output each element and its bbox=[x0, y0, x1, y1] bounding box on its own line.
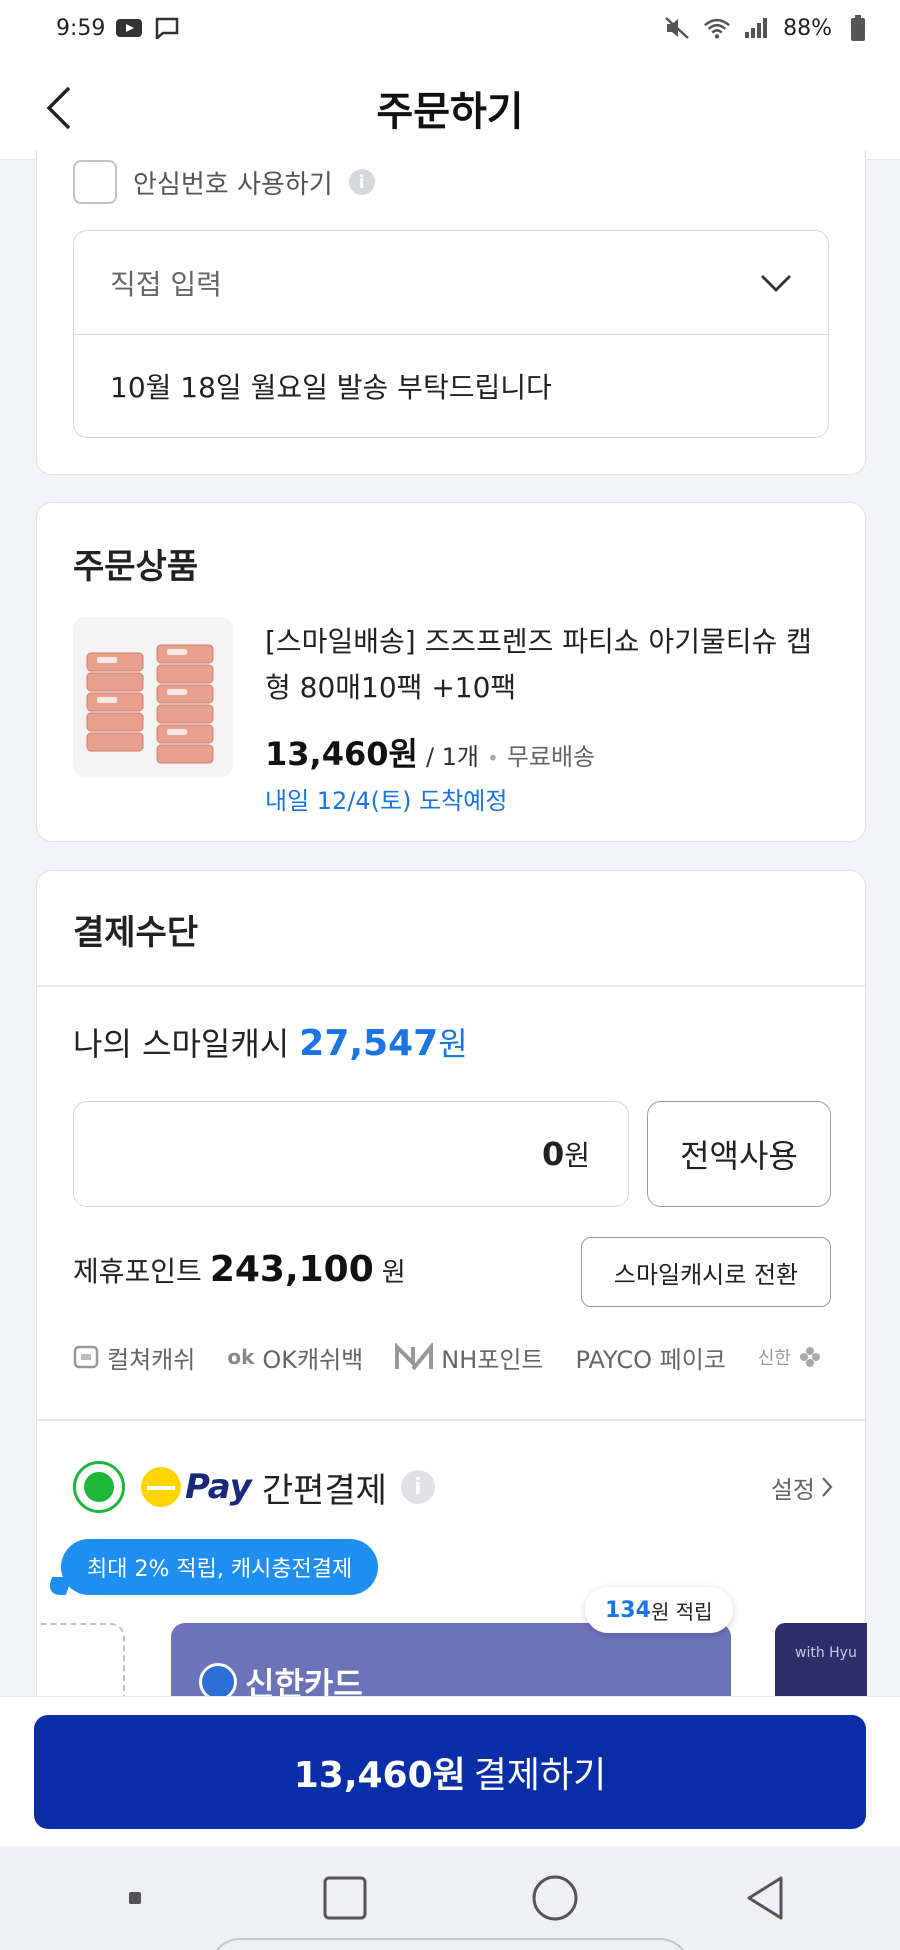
partner-points-label: 제휴포인트 bbox=[73, 1255, 202, 1288]
info-icon[interactable]: i bbox=[400, 1470, 435, 1504]
promo-bubble: 최대 2% 적립, 캐시충전결제 bbox=[61, 1539, 379, 1595]
smile-icon bbox=[141, 1467, 181, 1507]
pay-button[interactable]: 13,460원 결제하기 bbox=[34, 1715, 866, 1829]
memo-select-dropdown[interactable]: 직접 입력 bbox=[74, 231, 828, 335]
divider bbox=[37, 985, 865, 987]
partner-ok-cashbag[interactable]: ok OK캐쉬백 bbox=[227, 1340, 363, 1375]
back-button[interactable] bbox=[32, 82, 84, 134]
message-icon bbox=[153, 16, 181, 40]
home-icon[interactable] bbox=[525, 1868, 585, 1928]
smilecash-row: 나의 스마일캐시 27,547 원 bbox=[73, 1019, 468, 1065]
shipping-fee: 무료배송 bbox=[506, 743, 596, 771]
smilecash-amount: 27,547 bbox=[299, 1023, 439, 1064]
memo-select-label: 직접 입력 bbox=[110, 267, 222, 301]
page-title: 주문하기 bbox=[376, 88, 524, 135]
battery-icon bbox=[844, 15, 872, 41]
back-nav-icon[interactable] bbox=[735, 1868, 795, 1928]
mute-icon bbox=[663, 16, 691, 40]
payco-icon: PAYCO 페이코 bbox=[575, 1345, 726, 1374]
pay-word: Pay bbox=[185, 1467, 252, 1507]
memo-text-input[interactable]: 10월 18일 월요일 발송 부탁드립니다 bbox=[74, 335, 828, 437]
separator-dot: • bbox=[487, 746, 499, 770]
youtube-icon bbox=[115, 16, 143, 40]
delivery-memo-box: 직접 입력 10월 18일 월요일 발송 부탁드립니다 bbox=[73, 230, 829, 438]
smilecash-label: 나의 스마일캐시 bbox=[73, 1025, 290, 1063]
arrival-estimate: 내일 12/4(토) 도착예정 bbox=[265, 787, 508, 815]
product-name[interactable]: [스마일배송] 즈즈프렌즈 파티쇼 아기물티슈 캡형 80매10팩 +10팩 bbox=[265, 619, 835, 711]
safe-number-checkbox[interactable] bbox=[73, 160, 117, 204]
order-product-card: 주문상품 [스마일배송] 즈즈프렌즈 파티쇼 아기물티슈 캡형 80매10팩 +… bbox=[36, 502, 866, 842]
next-card-text: with Hyu bbox=[795, 1645, 857, 1661]
order-product-title: 주문상품 bbox=[73, 547, 199, 587]
bottom-pay-bar: 13,460원 결제하기 bbox=[0, 1696, 900, 1846]
pay-button-amount: 13,460원 bbox=[293, 1755, 466, 1796]
partner-nh-point[interactable]: NH포인트 bbox=[395, 1340, 544, 1375]
partner-points-unit: 원 bbox=[381, 1258, 406, 1288]
clover-icon bbox=[799, 1346, 821, 1368]
partner-points-row: 제휴포인트 243,100 원 bbox=[73, 1249, 406, 1290]
product-image[interactable] bbox=[73, 617, 233, 777]
partner-shinhan[interactable]: 신한 bbox=[758, 1344, 821, 1370]
partner-points-list: 컬쳐캐쉬 ok OK캐쉬백 NH포인트 PAYCO 페이코 신한 bbox=[73, 1337, 867, 1377]
amount-input-unit: 원 bbox=[564, 1139, 590, 1172]
dot-icon[interactable] bbox=[105, 1868, 165, 1928]
smilecash-unit: 원 bbox=[438, 1025, 468, 1063]
smilepay-label: 간편결제 bbox=[261, 1470, 387, 1511]
reward-badge: 134 원 적립 bbox=[585, 1587, 733, 1633]
info-icon[interactable]: i bbox=[348, 169, 375, 195]
reward-amount: 134 bbox=[605, 1597, 651, 1623]
status-time: 9:59 bbox=[56, 15, 106, 41]
signal-icon bbox=[743, 16, 771, 40]
radio-selected-dot bbox=[84, 1472, 114, 1502]
chevron-down-icon bbox=[761, 274, 791, 292]
settings-link[interactable]: 설정 bbox=[771, 1470, 833, 1505]
system-nav-bar bbox=[0, 1846, 900, 1950]
product-price: 13,460원 bbox=[265, 735, 418, 773]
shinhan-icon: 신한 bbox=[757, 1348, 791, 1369]
safe-number-label: 안심번호 사용하기 bbox=[133, 169, 333, 200]
product-info: [스마일배송] 즈즈프렌즈 파티쇼 아기물티슈 캡형 80매10팩 +10팩 1… bbox=[265, 619, 835, 816]
chevron-right-icon bbox=[822, 1477, 833, 1497]
smilepay-logo: Pay bbox=[141, 1467, 252, 1507]
delivery-memo-card: 안심번호 사용하기 i 직접 입력 10월 18일 월요일 발송 부탁드립니다 bbox=[36, 150, 866, 475]
smilepay-radio[interactable] bbox=[73, 1461, 125, 1513]
safe-number-row: 안심번호 사용하기 i bbox=[73, 160, 375, 204]
ok-cashbag-icon: ok bbox=[227, 1345, 255, 1369]
price-row: 13,460원 / 1개 • 무료배송 bbox=[265, 729, 835, 775]
wifi-icon bbox=[703, 16, 731, 40]
nh-point-icon bbox=[395, 1343, 434, 1371]
partner-culture-cash[interactable]: 컬쳐캐쉬 bbox=[73, 1340, 195, 1375]
convert-to-smilecash-button[interactable]: 스마일캐시로 전환 bbox=[581, 1237, 831, 1307]
smilepay-row[interactable]: Pay 간편결제 i 설정 bbox=[73, 1459, 833, 1515]
payment-method-title: 결제수단 bbox=[73, 913, 199, 953]
battery-percent: 88% bbox=[783, 15, 832, 41]
amount-input-value: 0 bbox=[541, 1135, 565, 1173]
pay-button-label: 결제하기 bbox=[473, 1755, 607, 1796]
smilecash-amount-input[interactable]: 0 원 bbox=[73, 1101, 629, 1207]
recent-apps-icon[interactable] bbox=[315, 1868, 375, 1928]
divider bbox=[37, 1419, 865, 1421]
chevron-left-icon bbox=[46, 86, 71, 130]
top-header: 주문하기 bbox=[0, 56, 900, 160]
partner-points-value: 243,100 bbox=[209, 1249, 374, 1290]
reward-unit: 원 적립 bbox=[650, 1599, 713, 1624]
culture-cash-icon bbox=[73, 1344, 99, 1370]
product-quantity: / 1개 bbox=[425, 743, 480, 771]
gesture-pill bbox=[210, 1938, 690, 1950]
full-use-button[interactable]: 전액사용 bbox=[647, 1101, 831, 1207]
partner-payco[interactable]: PAYCO 페이코 bbox=[576, 1340, 726, 1375]
status-bar: 9:59 88% bbox=[0, 0, 900, 56]
